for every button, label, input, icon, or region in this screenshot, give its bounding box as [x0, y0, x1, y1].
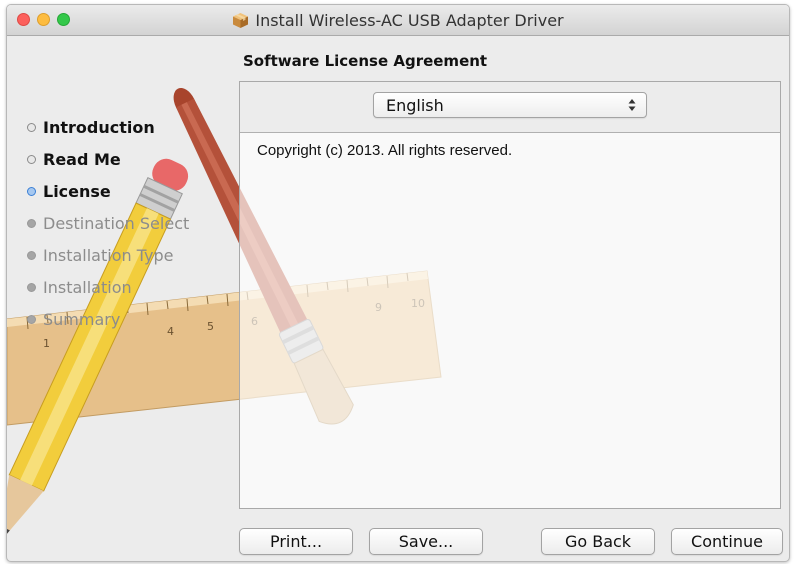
step-bullet-icon	[27, 314, 36, 324]
up-down-arrows-icon	[628, 99, 636, 111]
step-bullet-icon	[27, 122, 36, 132]
installer-window: Install Wireless-AC USB Adapter Driver S…	[6, 4, 790, 562]
save-button[interactable]: Save...	[369, 528, 483, 555]
package-icon	[233, 12, 249, 28]
step-destination-select: Destination Select	[27, 207, 189, 239]
language-bar: English	[240, 82, 780, 133]
title-bar: Install Wireless-AC USB Adapter Driver	[7, 5, 789, 36]
window-title: Install Wireless-AC USB Adapter Driver	[255, 10, 564, 30]
step-introduction: Introduction	[27, 111, 189, 143]
print-button[interactable]: Print...	[239, 528, 353, 555]
language-select[interactable]: English	[373, 92, 647, 118]
step-license: License	[27, 175, 189, 207]
step-installation: Installation	[27, 271, 189, 303]
step-read-me: Read Me	[27, 143, 189, 175]
step-bullet-icon	[27, 154, 36, 164]
step-summary: Summary	[27, 303, 189, 335]
step-bullet-icon	[27, 186, 36, 196]
continue-button[interactable]: Continue	[671, 528, 783, 555]
go-back-button[interactable]: Go Back	[541, 528, 655, 555]
page-title: Software License Agreement	[243, 52, 488, 70]
step-installation-type: Installation Type	[27, 239, 189, 271]
step-bullet-icon	[27, 282, 36, 292]
license-text: Copyright (c) 2013. All rights reserved.	[257, 142, 513, 159]
language-value: English	[386, 96, 444, 115]
step-bullet-icon	[27, 218, 36, 228]
window-title-group: Install Wireless-AC USB Adapter Driver	[7, 5, 789, 35]
step-bullet-icon	[27, 250, 36, 260]
license-panel: English Copyright (c) 2013. All rights r…	[239, 81, 781, 509]
installation-steps: Introduction Read Me License Destination…	[27, 111, 189, 335]
ruler-number: 5	[207, 320, 214, 333]
license-text-area[interactable]: Copyright (c) 2013. All rights reserved.	[240, 133, 780, 508]
ruler-number: 1	[43, 337, 50, 350]
